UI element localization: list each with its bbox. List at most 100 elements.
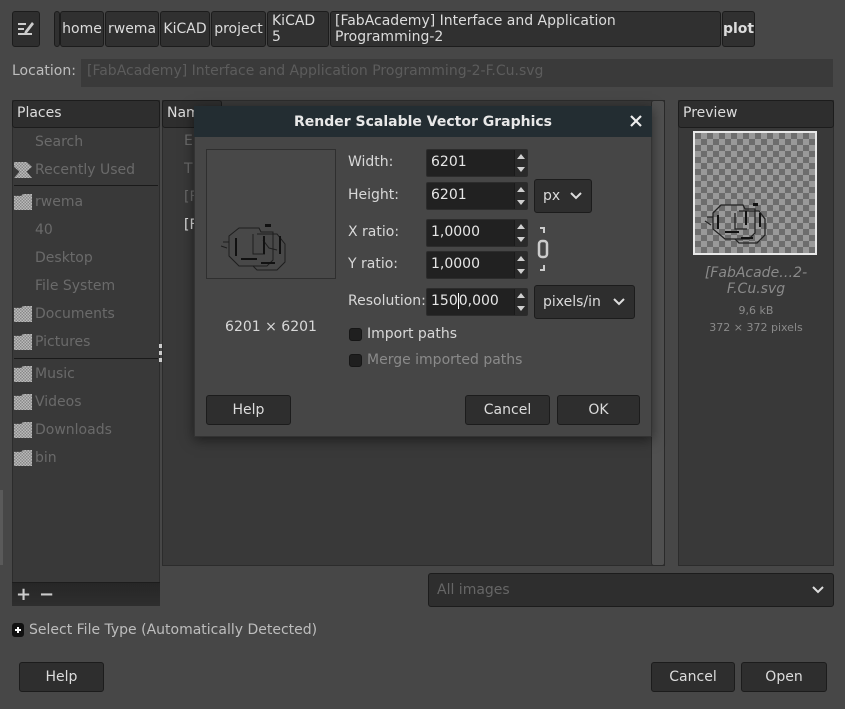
breadcrumb-home[interactable]: home — [60, 11, 104, 47]
sidebar-item-label: bin — [35, 450, 57, 466]
import-paths-checkbox[interactable]: Import paths — [349, 326, 457, 342]
places-toolbar: + − — [12, 582, 160, 606]
sidebar-item-music[interactable]: Music — [14, 363, 75, 385]
folder-icon — [14, 194, 32, 210]
size-unit-dropdown[interactable]: px — [534, 179, 592, 213]
decrement-icon[interactable] — [517, 306, 525, 311]
folder-icon — [14, 422, 32, 438]
y-ratio-label: Y ratio: — [348, 256, 398, 272]
decrement-icon[interactable] — [517, 269, 525, 274]
width-label: Width: — [348, 154, 394, 170]
folder-icon — [14, 450, 32, 466]
chevron-down-icon — [570, 192, 582, 200]
increment-icon[interactable] — [517, 224, 525, 229]
merge-paths-checkbox[interactable]: Merge imported paths — [349, 352, 522, 368]
increment-icon[interactable] — [517, 293, 525, 298]
sidebar-item-label: 40 — [35, 222, 53, 238]
close-icon — [630, 115, 642, 127]
resolution-text: 150 — [431, 293, 458, 309]
file-row[interactable]: E — [184, 133, 193, 149]
render-dimensions: 6201 × 6201 — [225, 319, 317, 335]
increment-icon[interactable] — [517, 256, 525, 261]
chevron-down-icon — [613, 298, 625, 306]
sidebar-item-documents[interactable]: Documents — [14, 303, 115, 325]
x-ratio-label: X ratio: — [348, 224, 400, 240]
pcb-trace-preview — [220, 224, 286, 271]
x-ratio-spinbutton[interactable]: 1,0000 — [426, 219, 528, 247]
places-separator — [14, 358, 158, 359]
merge-paths-label: Merge imported paths — [367, 352, 523, 368]
edit-location-button[interactable] — [12, 11, 40, 47]
places-header[interactable]: Places — [12, 100, 160, 128]
sidebar-item-downloads[interactable]: Downloads — [14, 419, 112, 441]
dialog-close-button[interactable] — [624, 110, 648, 132]
svg-render-preview — [206, 149, 336, 279]
window-edge — [0, 490, 3, 565]
breadcrumb-rwema[interactable]: rwema — [105, 11, 159, 47]
increment-icon[interactable] — [517, 187, 525, 192]
cancel-button[interactable]: Cancel — [651, 662, 735, 692]
checkbox-box — [349, 327, 362, 341]
sidebar-item-recently-used[interactable]: Recently Used — [14, 159, 135, 181]
resolution-unit-dropdown[interactable]: pixels/in — [534, 285, 635, 319]
edit-location-icon — [18, 22, 34, 35]
sidebar-item-bin[interactable]: bin — [14, 447, 57, 469]
checkbox-box — [349, 353, 362, 367]
height-label: Height: — [348, 187, 399, 203]
dialog-cancel-button[interactable]: Cancel — [465, 395, 550, 425]
location-input[interactable]: [FabAcademy] Interface and Application P… — [81, 59, 833, 87]
folder-icon — [14, 394, 32, 410]
select-file-type-label: Select File Type (Automatically Detected… — [29, 622, 318, 638]
select-file-type-expander[interactable]: Select File Type (Automatically Detected… — [12, 622, 317, 638]
y-ratio-spinbutton[interactable]: 1,0000 — [426, 251, 528, 279]
folder-icon — [14, 334, 32, 350]
breadcrumb-plot[interactable]: plot — [722, 11, 755, 47]
sidebar-item-label: Videos — [35, 394, 82, 410]
add-bookmark-button[interactable]: + — [16, 584, 31, 605]
resolution-text: 0,000 — [458, 293, 499, 309]
chain-link-toggle[interactable] — [537, 226, 549, 272]
file-filter-dropdown[interactable]: All images — [428, 573, 834, 607]
chevron-down-icon — [812, 586, 824, 594]
open-button[interactable]: Open — [741, 662, 827, 692]
height-spinbutton[interactable]: 6201 — [426, 182, 528, 210]
dialog-help-button[interactable]: Help — [206, 395, 291, 425]
dialog-title: Render Scalable Vector Graphics — [194, 106, 652, 137]
decrement-icon[interactable] — [517, 200, 525, 205]
x-ratio-value: 1,0000 — [431, 224, 480, 240]
file-row[interactable]: T — [184, 161, 193, 177]
sidebar-item-label: File System — [35, 278, 116, 294]
breadcrumb-fabacademy-folder[interactable]: [FabAcademy] Interface and Application P… — [330, 11, 721, 47]
width-spinbutton[interactable]: 6201 — [426, 149, 528, 177]
preview-header: Preview — [678, 100, 834, 128]
resolution-value: 1500,000 — [431, 293, 499, 309]
sidebar-item-label: rwema — [35, 194, 84, 210]
decrement-icon[interactable] — [517, 237, 525, 242]
height-value: 6201 — [431, 187, 467, 203]
file-filter-value: All images — [437, 582, 510, 598]
help-button[interactable]: Help — [19, 662, 104, 692]
preview-dimensions: 372 × 372 pixels — [709, 321, 803, 334]
dialog-ok-button[interactable]: OK — [557, 395, 640, 425]
size-unit-value: px — [543, 188, 561, 204]
places-separator — [14, 185, 158, 186]
file-list-scrollbar[interactable] — [651, 100, 665, 566]
folder-icon — [14, 306, 32, 322]
sidebar-item-rwema[interactable]: rwema — [14, 191, 83, 213]
breadcrumb-kicad5[interactable]: KiCAD 5 — [267, 11, 329, 47]
sidebar-item-videos[interactable]: Videos — [14, 391, 82, 413]
folder-icon — [14, 366, 32, 382]
increment-icon[interactable] — [517, 154, 525, 159]
import-paths-label: Import paths — [367, 326, 458, 342]
preview-filename: [FabAcade…2-F.Cu.svg — [704, 265, 808, 297]
sidebar-item-label: Downloads — [35, 422, 112, 438]
breadcrumb-kicad[interactable]: KiCAD — [160, 11, 210, 47]
resolution-spinbutton[interactable]: 1500,000 — [426, 288, 528, 316]
sidebar-item-pictures[interactable]: Pictures — [14, 331, 90, 353]
resolution-unit-value: pixels/in — [543, 294, 601, 310]
preview-thumbnail — [693, 131, 817, 255]
remove-bookmark-button[interactable]: − — [39, 584, 54, 605]
decrement-icon[interactable] — [517, 167, 525, 172]
location-label: Location: — [12, 63, 76, 79]
breadcrumb-project[interactable]: project — [211, 11, 266, 47]
